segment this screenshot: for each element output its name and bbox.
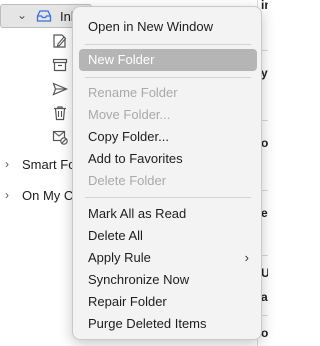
chevron-down-icon[interactable]: ⌄ bbox=[17, 8, 27, 22]
sent-icon[interactable] bbox=[51, 80, 69, 98]
menu-item-rename-folder: Rename Folder bbox=[88, 85, 178, 100]
menu-item-repair-folder[interactable]: Repair Folder bbox=[79, 291, 257, 313]
menu-item-copy-folder[interactable]: Copy Folder... bbox=[79, 126, 257, 148]
strip-text: y bbox=[261, 66, 268, 80]
sidebar-item-on-my-computer[interactable]: On My C bbox=[22, 188, 73, 203]
drafts-icon[interactable] bbox=[51, 32, 69, 50]
trash-icon[interactable] bbox=[51, 104, 69, 122]
archive-icon[interactable] bbox=[51, 56, 69, 74]
inbox-icon bbox=[35, 7, 53, 25]
menu-item-label: Apply Rule bbox=[88, 250, 151, 265]
menu-item-delete-folder: Delete Folder bbox=[88, 173, 167, 188]
strip-text: a bbox=[261, 290, 268, 304]
strip-text: U bbox=[261, 266, 268, 280]
chevron-right-icon[interactable]: › bbox=[5, 188, 9, 202]
menu-item-synchronize-now[interactable]: Synchronize Now bbox=[79, 269, 257, 291]
menu-item-apply-rule[interactable]: Apply Rule › bbox=[79, 247, 257, 269]
menu-item-delete-all[interactable]: Delete All bbox=[79, 225, 257, 247]
folder-context-menu: Open in New Window New Folder Rename Fol… bbox=[72, 6, 262, 340]
sidebar-item-smart-folders[interactable]: Smart Fo bbox=[22, 157, 75, 172]
menu-item-add-to-favorites[interactable]: Add to Favorites bbox=[79, 148, 257, 170]
strip-text: o bbox=[261, 136, 268, 150]
menu-separator bbox=[85, 77, 251, 78]
menu-item-move-folder: Move Folder... bbox=[88, 107, 171, 122]
menu-separator bbox=[85, 44, 251, 45]
strip-text: e bbox=[261, 206, 268, 220]
menu-separator bbox=[85, 197, 251, 198]
strip-text: o bbox=[261, 326, 268, 340]
menu-item-mark-all-as-read[interactable]: Mark All as Read bbox=[79, 203, 257, 225]
menu-item-new-folder[interactable]: New Folder bbox=[79, 49, 257, 71]
junk-icon[interactable] bbox=[51, 128, 69, 146]
chevron-right-icon[interactable]: › bbox=[5, 157, 9, 171]
menu-item-open-in-new-window[interactable]: Open in New Window bbox=[79, 16, 257, 38]
strip-text: inf bbox=[261, 0, 268, 12]
submenu-arrow-icon: › bbox=[244, 250, 249, 265]
menu-item-purge-deleted-items[interactable]: Purge Deleted Items bbox=[79, 313, 257, 335]
